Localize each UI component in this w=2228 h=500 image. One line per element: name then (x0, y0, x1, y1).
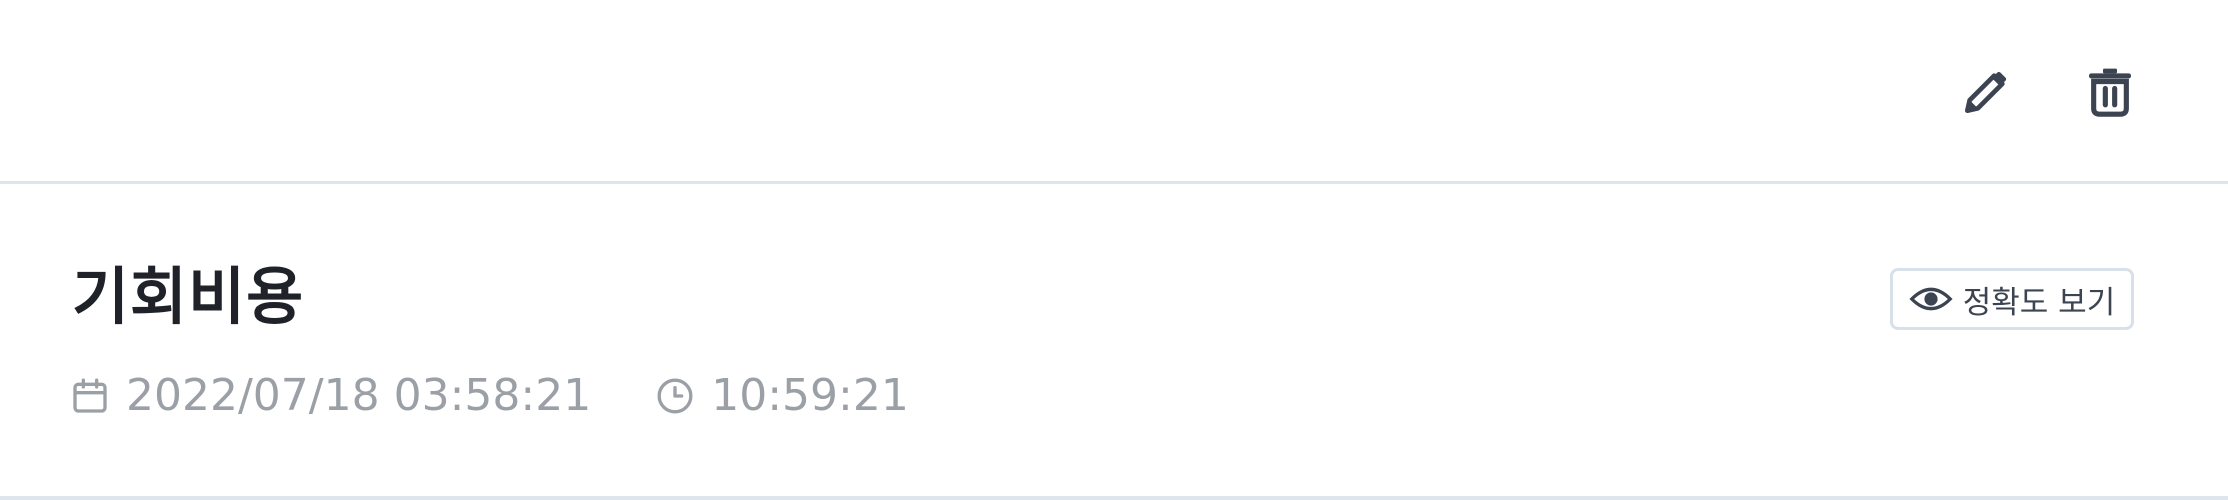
pencil-icon (1965, 71, 2007, 113)
divider (0, 496, 2228, 500)
entry-duration-text: 10:59:21 (711, 370, 909, 421)
delete-button[interactable] (2078, 60, 2142, 124)
edit-button[interactable] (1954, 60, 2018, 124)
toolbar (0, 0, 2228, 184)
entry-card: 기회비용 2022/07/18 03:58:21 10:59:21 정확도 보기 (0, 184, 2228, 500)
view-accuracy-button[interactable]: 정확도 보기 (1890, 268, 2134, 330)
calendar-icon (73, 378, 107, 413)
entry-duration: 10:59:21 (655, 374, 909, 418)
view-accuracy-label: 정확도 보기 (1962, 284, 2116, 321)
entry-title: 기회비용 (72, 260, 305, 333)
entry-meta: 2022/07/18 03:58:21 10:59:21 (70, 374, 909, 418)
entry-date: 2022/07/18 03:58:21 (70, 374, 591, 418)
entry-date-text: 2022/07/18 03:58:21 (126, 370, 592, 421)
eye-icon (1909, 287, 1953, 311)
clock-icon (657, 378, 693, 414)
trash-icon (2089, 68, 2131, 117)
